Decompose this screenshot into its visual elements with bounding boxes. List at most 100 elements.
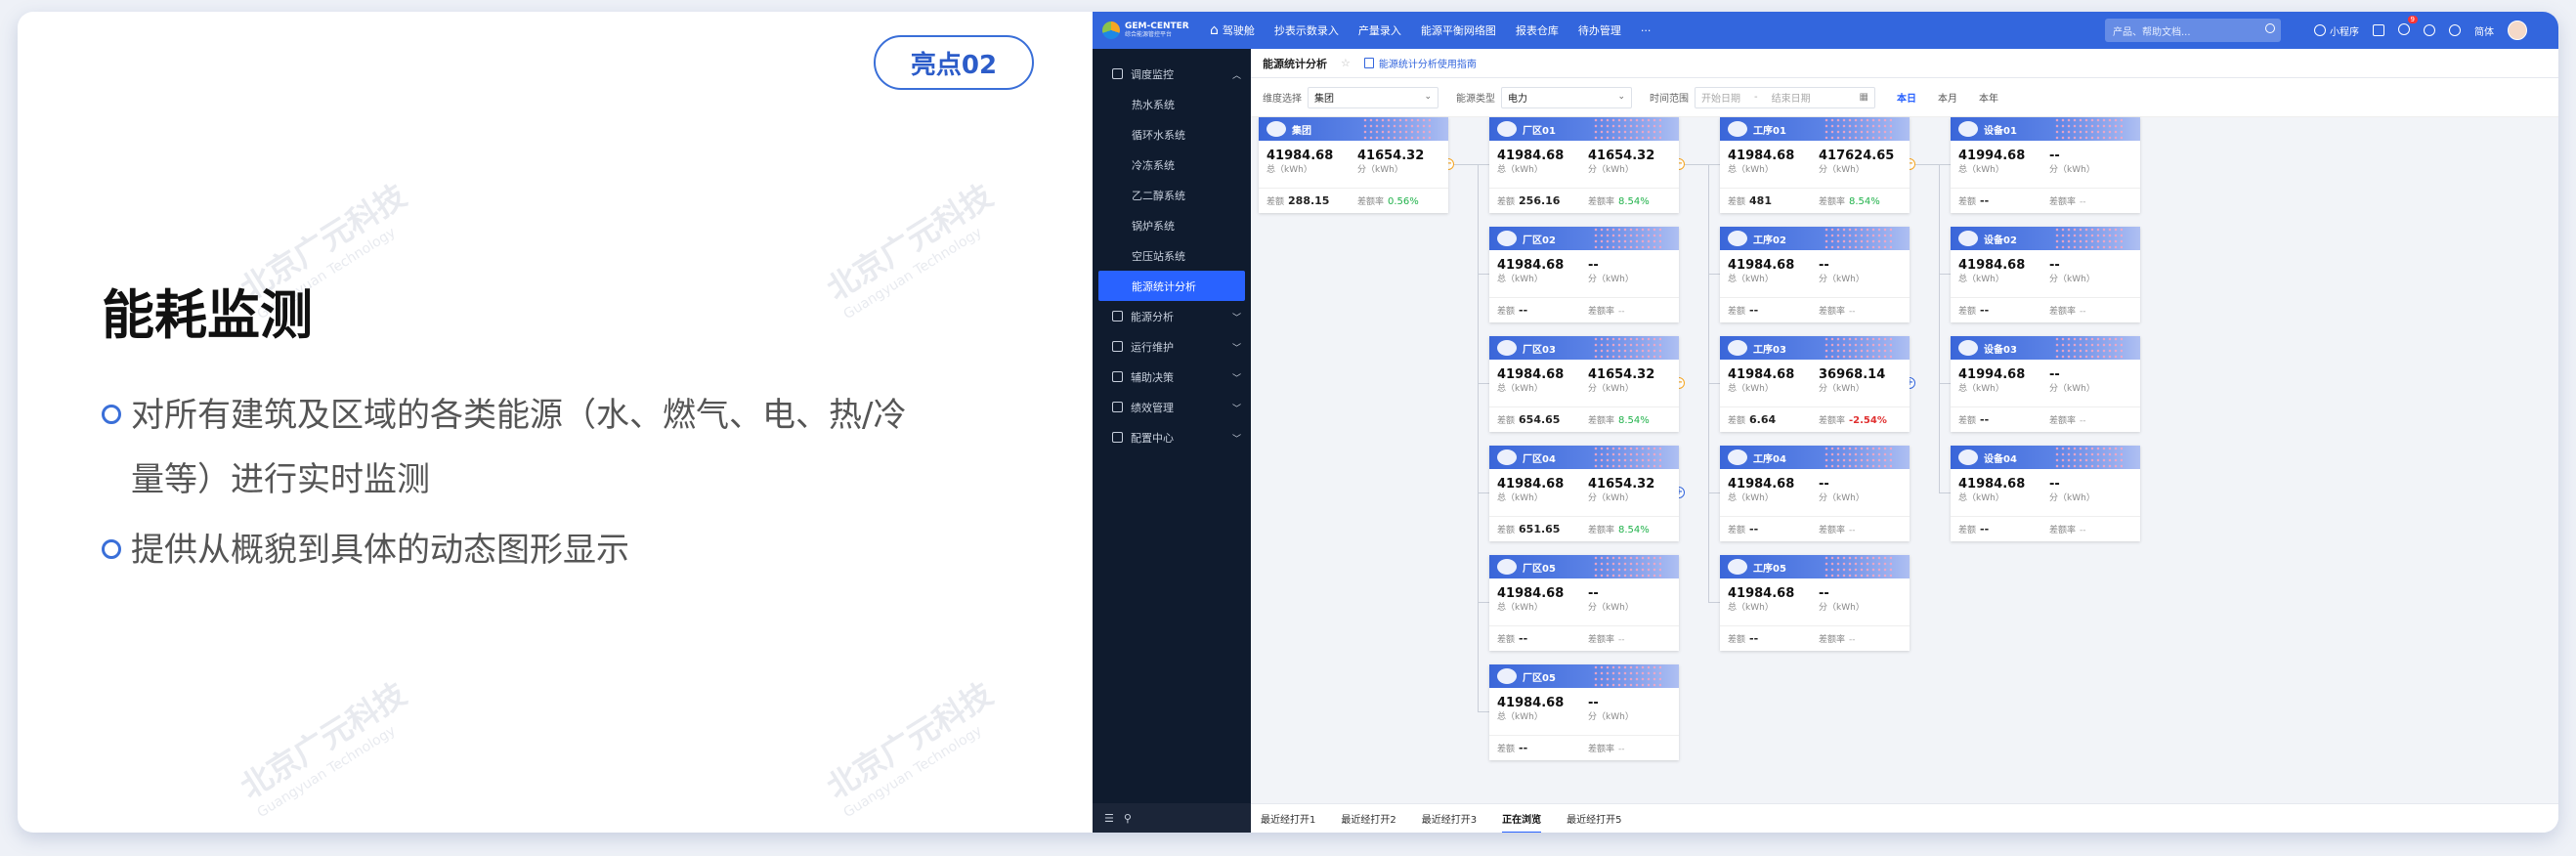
search-input[interactable]: 产品、帮助文档...: [2105, 19, 2281, 42]
sidebar-group-dispatch[interactable]: 调度监控 ︿: [1093, 59, 1251, 89]
sidebar-item[interactable]: 空压站系统: [1093, 240, 1251, 271]
recent-tab[interactable]: 最近经打开5: [1567, 811, 1621, 826]
sidebar-group[interactable]: 能源分析 ﹀: [1093, 301, 1251, 331]
diff-value: --: [1980, 523, 1990, 535]
diff-value: 288.15: [1288, 194, 1330, 207]
dot-pattern: [1824, 336, 1892, 360]
recent-tab[interactable]: 最近经打开1: [1261, 811, 1315, 826]
watermark: 北京广元科技 Guangyuan Technology: [234, 674, 413, 822]
sidebar-group[interactable]: 运行维护 ﹀: [1093, 331, 1251, 362]
diff-rate-value: --: [2080, 307, 2086, 317]
sub-value: --: [2049, 477, 2060, 492]
sidebar-group[interactable]: 配置中心 ﹀: [1093, 422, 1251, 452]
diff-rate-value: --: [2080, 416, 2086, 426]
quick-range-button[interactable]: 本年: [1979, 94, 1998, 105]
total-value: 41994.68: [1958, 149, 2026, 163]
diff-value: --: [1749, 523, 1759, 535]
nav-item[interactable]: 能源平衡网络图: [1421, 22, 1496, 38]
sidebar-item[interactable]: 乙二醇系统: [1093, 180, 1251, 210]
sidebar-item[interactable]: 热水系统: [1093, 89, 1251, 119]
sidebar-item[interactable]: 冷冻系统: [1093, 150, 1251, 180]
tree-connector: [1939, 492, 1951, 493]
energy-node-card[interactable]: 设备01 41994.68 总（kWh） -- 分（kWh） 差额 -- 差额率 --: [1951, 117, 2140, 213]
date-range-picker[interactable]: 开始日期 - 结束日期 ▦: [1695, 86, 1875, 108]
tree-connector: [1478, 164, 1489, 165]
sub-value: --: [1588, 258, 1599, 273]
tree-connector: [1708, 164, 1720, 165]
energy-node-card[interactable]: 工序04 41984.68 总（kWh） -- 分（kWh） 差额 -- 差额率 --: [1720, 446, 1910, 541]
energy-node-card[interactable]: 厂区05 41984.68 总（kWh） -- 分（kWh） 差额 -- 差额率 --: [1489, 555, 1679, 651]
nav-item[interactable]: 产量录入: [1358, 22, 1401, 38]
star-icon[interactable]: ☆: [1341, 57, 1351, 69]
notification-count: 9: [2407, 15, 2418, 23]
menu-icon: [1112, 311, 1123, 321]
guide-link[interactable]: 能源统计分析使用指南: [1363, 56, 1477, 70]
energy-node-card[interactable]: 工序05 41984.68 总（kWh） -- 分（kWh） 差额 -- 差额率 --: [1720, 555, 1910, 651]
cloud-icon: [1728, 121, 1747, 137]
energy-node-card[interactable]: 工序02 41984.68 总（kWh） -- 分（kWh） 差额 -- 差额率 --: [1720, 227, 1910, 322]
chevron-down-icon: ﹀: [1231, 314, 1241, 323]
total-value: 41984.68: [1497, 367, 1565, 382]
diff-value: 6.64: [1749, 413, 1777, 426]
chevron-up-icon: ︿: [1231, 71, 1241, 81]
collapse-icon[interactable]: ☰: [1104, 812, 1114, 825]
sub-value: 417624.65: [1819, 149, 1895, 163]
tree-connector: [1478, 383, 1489, 384]
nav-item[interactable]: ⌂ 驾驶舱: [1210, 22, 1255, 38]
bullet-circle-icon: [102, 539, 121, 559]
node-header: 设备03: [1951, 336, 2140, 360]
nav-item[interactable]: 抄表示数录入: [1274, 22, 1339, 38]
app-screenshot: GEM-CENTER 综合能源管控平台 ⌂ 驾驶舱 抄表示数录入 产量录入 能源平衡网络图…: [1093, 12, 2558, 833]
energy-node-card[interactable]: 厂区02 41984.68 总（kWh） -- 分（kWh） 差额 -- 差额率 --: [1489, 227, 1679, 322]
sub-value: --: [2049, 258, 2060, 273]
recent-tab[interactable]: 最近经打开2: [1341, 811, 1395, 826]
dot-pattern: [1593, 227, 1661, 250]
avatar[interactable]: [2508, 21, 2527, 40]
help-icon[interactable]: [2424, 24, 2435, 36]
sub-value: --: [1819, 586, 1829, 601]
energy-node-card[interactable]: 设备02 41984.68 总（kWh） -- 分（kWh） 差额 -- 差额率 --: [1951, 227, 2140, 322]
sidebar-group[interactable]: 辅助决策 ﹀: [1093, 362, 1251, 392]
mini-program-button[interactable]: 小程序: [2314, 23, 2359, 38]
language-switch[interactable]: 简体: [2474, 23, 2494, 38]
monitor-icon[interactable]: [2373, 24, 2384, 36]
sidebar-group[interactable]: 绩效管理 ﹀: [1093, 392, 1251, 422]
diff-value: 481: [1749, 194, 1772, 207]
monitor-icon: [1112, 68, 1123, 79]
dot-pattern: [1593, 336, 1661, 360]
sidebar-item[interactable]: 能源统计分析: [1098, 271, 1245, 301]
sidebar-item[interactable]: 循环水系统: [1093, 119, 1251, 150]
recent-tab[interactable]: 最近经打开3: [1422, 811, 1477, 826]
settings-icon[interactable]: [2449, 24, 2461, 36]
search-icon[interactable]: ⚲: [1124, 812, 1132, 825]
energy-type-select[interactable]: 电力 ⌄: [1501, 86, 1632, 108]
total-value: 41984.68: [1958, 477, 2026, 492]
energy-node-card[interactable]: 厂区03 41984.68 总（kWh） 41654.32 分（kWh） 差额 654…: [1489, 336, 1679, 432]
diff-rate-value: 8.54%: [1618, 415, 1650, 426]
total-value: 41984.68: [1497, 258, 1565, 273]
energy-node-card[interactable]: 厂区04 41984.68 总（kWh） 41654.32 分（kWh） 差额 651…: [1489, 446, 1679, 541]
quick-range-button[interactable]: 本月: [1938, 94, 1957, 105]
nav-item[interactable]: ···: [1641, 24, 1652, 37]
node-header: 厂区05: [1489, 664, 1679, 688]
energy-node-card[interactable]: 集团 41984.68 总（kWh） 41654.32 分（kWh） 差额 288.1…: [1259, 117, 1448, 213]
energy-node-card[interactable]: 工序03 41984.68 总（kWh） 36968.14 分（kWh） 差额 6.6…: [1720, 336, 1910, 432]
sidebar-item[interactable]: 锅炉系统: [1093, 210, 1251, 240]
energy-node-card[interactable]: 工序01 41984.68 总（kWh） 417624.65 分（kWh） 差额 48…: [1720, 117, 1910, 213]
nav-item[interactable]: 待办管理: [1578, 22, 1621, 38]
notification-button[interactable]: 9: [2398, 15, 2418, 38]
chevron-down-icon: ⌄: [1617, 91, 1625, 102]
node-header: 设备04: [1951, 446, 2140, 469]
level-select[interactable]: 集团 ⌄: [1308, 86, 1438, 108]
diff-rate-value: --: [1849, 526, 1856, 535]
sub-value: 41654.32: [1588, 477, 1655, 492]
cloud-icon: [1497, 449, 1517, 465]
energy-node-card[interactable]: 设备03 41994.68 总（kWh） -- 分（kWh） 差额 -- 差额率 --: [1951, 336, 2140, 432]
quick-range-button[interactable]: 本日: [1897, 94, 1916, 105]
recent-tab[interactable]: 正在浏览: [1502, 811, 1542, 833]
nav-item[interactable]: 报表仓库: [1516, 22, 1559, 38]
tree-connector: [1478, 492, 1489, 493]
energy-node-card[interactable]: 厂区01 41984.68 总（kWh） 41654.32 分（kWh） 差额 256…: [1489, 117, 1679, 213]
energy-node-card[interactable]: 厂区05 41984.68 总（kWh） -- 分（kWh） 差额 -- 差额率 --: [1489, 664, 1679, 760]
energy-node-card[interactable]: 设备04 41984.68 总（kWh） -- 分（kWh） 差额 -- 差额率 --: [1951, 446, 2140, 541]
